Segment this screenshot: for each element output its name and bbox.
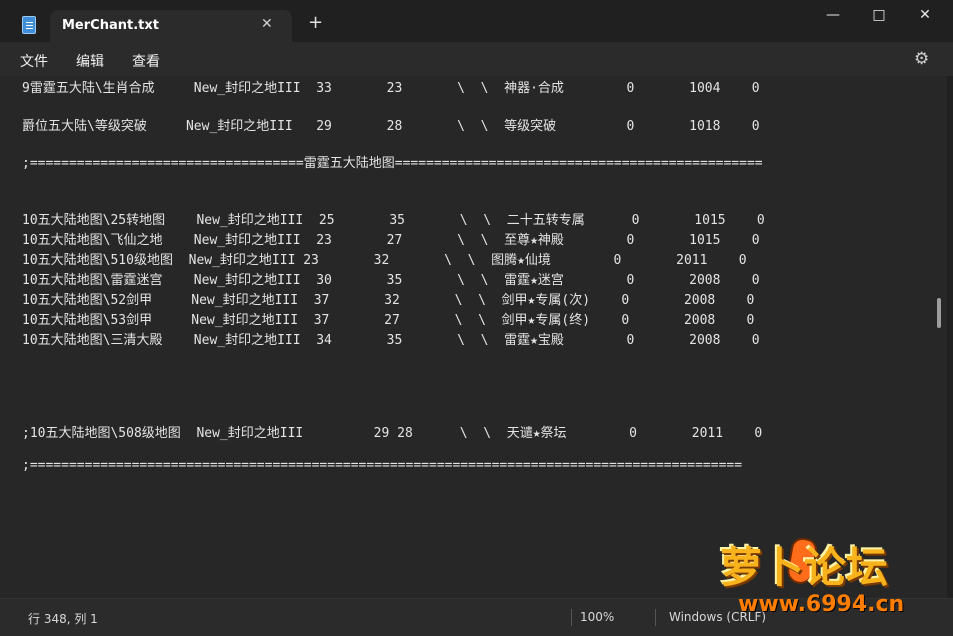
line: ;===================================雷霆五大… xyxy=(22,156,763,171)
minimize-button[interactable]: — xyxy=(810,4,856,30)
line: 10五大陆地图\510级地图 New_封印之地III 23 32 \ \ 图腾★… xyxy=(22,253,747,268)
line: 爵位五大陆\等级突破 New_封印之地III 29 28 \ \ 等级突破 0 … xyxy=(22,119,760,134)
plus-icon[interactable]: + xyxy=(308,12,323,33)
line: 9雷霆五大陆\生肖合成 New_封印之地III 33 23 \ \ 神器·合成 … xyxy=(22,81,760,96)
menu-edit[interactable]: 编辑 xyxy=(76,51,104,71)
vertical-scrollbar[interactable] xyxy=(937,298,941,328)
notepad-icon xyxy=(22,16,36,34)
close-window-button[interactable]: ✕ xyxy=(902,4,948,30)
menu-file[interactable]: 文件 xyxy=(20,51,48,71)
watermark-title: 萝卜论坛 xyxy=(720,543,889,592)
zoom-level: 100% xyxy=(580,610,615,624)
minimize-icon: — xyxy=(826,7,840,23)
status-divider xyxy=(571,609,572,626)
line: 10五大陆地图\52剑甲 New_封印之地III 37 32 \ \ 剑甲★专属… xyxy=(22,293,755,308)
line: 10五大陆地图\三清大殿 New_封印之地III 34 35 \ \ 雷霆★宝殿… xyxy=(22,333,760,348)
menu-view[interactable]: 查看 xyxy=(132,51,160,71)
gear-icon[interactable]: ⚙ xyxy=(914,49,929,69)
maximize-icon: □ xyxy=(872,7,886,23)
maximize-button[interactable]: □ xyxy=(856,4,902,30)
cursor-position: 行 348, 列 1 xyxy=(28,612,98,626)
line: 10五大陆地图\雷霆迷宫 New_封印之地III 30 35 \ \ 雷霆★迷宫… xyxy=(22,273,760,288)
close-icon: ✕ xyxy=(919,7,931,23)
watermark-logo: 萝卜论坛 www.6994.cn xyxy=(700,534,940,632)
tab-title: MerChant.txt xyxy=(62,18,159,33)
line: ;=======================================… xyxy=(22,458,743,473)
status-divider xyxy=(655,609,656,626)
title-bar: MerChant.txt ✕ + — □ ✕ xyxy=(0,0,953,42)
watermark-url: www.6994.cn xyxy=(738,592,905,617)
tab-merchant[interactable]: MerChant.txt ✕ xyxy=(50,10,292,42)
line: 10五大陆地图\25转地图 New_封印之地III 25 35 \ \ 二十五转… xyxy=(22,213,765,228)
line: ;10五大陆地图\508级地图 New_封印之地III 29 28 \ \ 天谴… xyxy=(22,426,763,441)
close-icon[interactable]: ✕ xyxy=(261,16,273,32)
menu-bar: 文件 编辑 查看 ⚙ xyxy=(0,42,953,76)
line: 10五大陆地图\53剑甲 New_封印之地III 37 27 \ \ 剑甲★专属… xyxy=(22,313,755,328)
text-editor[interactable]: 9雷霆五大陆\生肖合成 New_封印之地III 33 23 \ \ 神器·合成 … xyxy=(0,76,947,598)
line: 10五大陆地图\飞仙之地 New_封印之地III 23 27 \ \ 至尊★神殿… xyxy=(22,233,760,248)
